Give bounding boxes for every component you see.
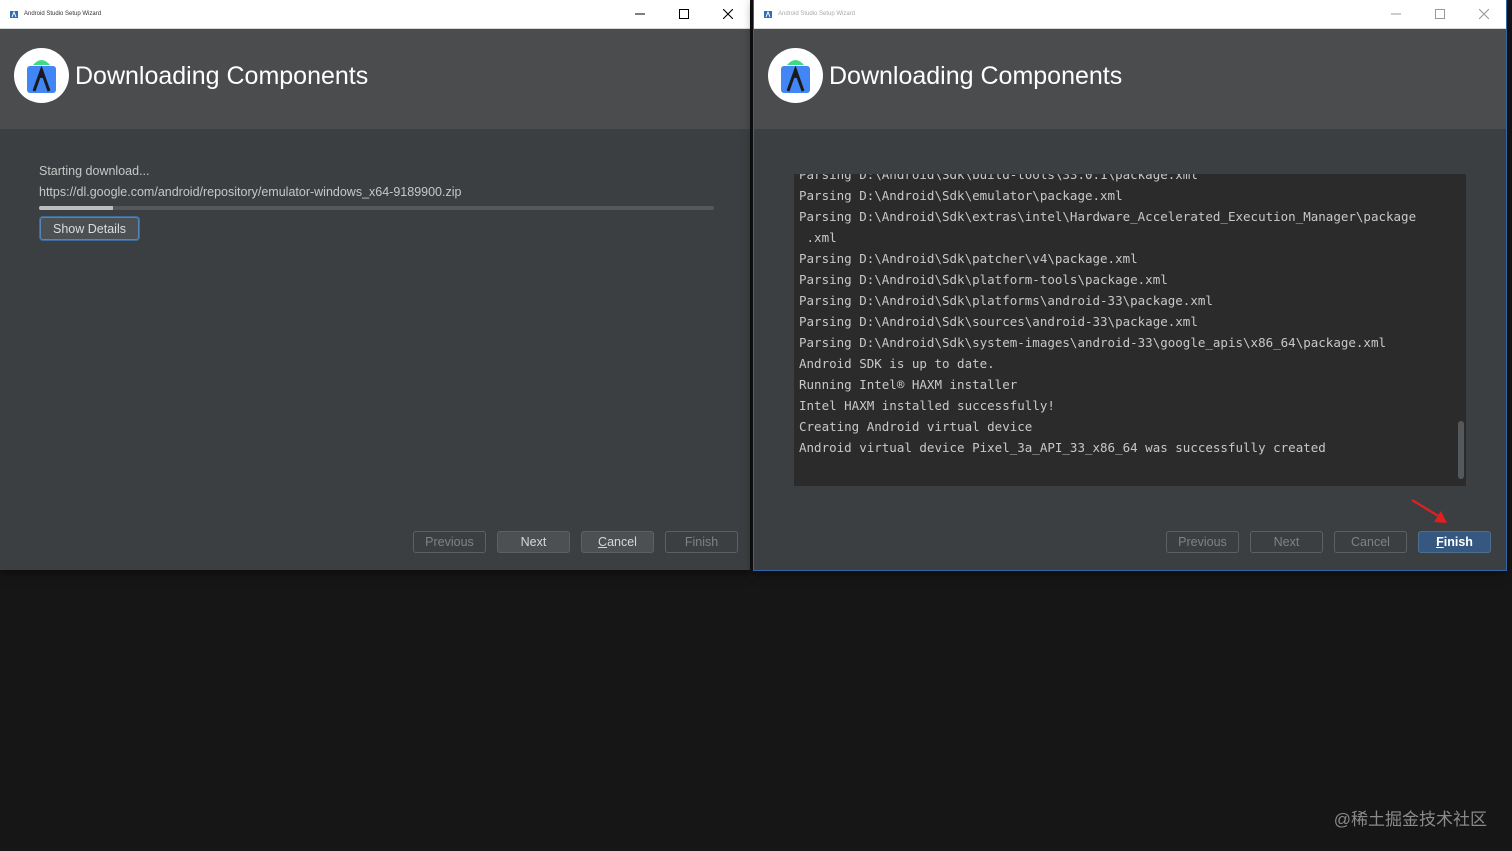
maximize-icon bbox=[679, 9, 689, 19]
previous-button[interactable]: Previous bbox=[1166, 531, 1239, 553]
minimize-icon bbox=[635, 13, 645, 15]
console-line: Android virtual device Pixel_3a_API_33_x… bbox=[799, 440, 1326, 455]
title-bar[interactable]: Android Studio Setup Wizard bbox=[754, 0, 1506, 29]
console-line: Parsing D:\Android\Sdk\extras\intel\Hard… bbox=[799, 209, 1417, 224]
finish-label: Finish bbox=[1436, 535, 1473, 549]
android-studio-logo-icon bbox=[781, 60, 810, 93]
close-icon bbox=[723, 9, 733, 19]
download-url: https://dl.google.com/android/repository… bbox=[39, 185, 462, 199]
console-scrollbar[interactable] bbox=[1458, 421, 1464, 479]
page-title: Downloading Components bbox=[75, 62, 369, 90]
left-setup-window: Android Studio Setup Wizard Downloading … bbox=[0, 0, 750, 570]
console-line: Parsing D:\Android\Sdk\build-tools\33.0.… bbox=[799, 174, 1198, 182]
minimize-icon bbox=[1391, 13, 1401, 15]
android-studio-logo bbox=[14, 48, 69, 103]
finish-button[interactable]: Finish bbox=[1418, 531, 1491, 553]
details-console[interactable]: Parsing D:\Android\Sdk\build-tools\33.0.… bbox=[794, 174, 1466, 486]
console-line: Parsing D:\Android\Sdk\patcher\v4\packag… bbox=[799, 251, 1138, 266]
finish-label: Finish bbox=[684, 535, 719, 549]
wizard-header: Downloading Components bbox=[0, 29, 750, 129]
window-title: Android Studio Setup Wizard bbox=[24, 11, 102, 17]
next-label: Next bbox=[1273, 535, 1300, 549]
console-line: Android SDK is up to date. bbox=[799, 356, 995, 371]
console-line: Parsing D:\Android\Sdk\emulator\package.… bbox=[799, 188, 1123, 203]
progress-fill bbox=[39, 206, 114, 210]
download-status: Starting download... bbox=[39, 164, 150, 178]
cancel-button[interactable]: Cancel bbox=[581, 531, 654, 553]
android-studio-logo bbox=[768, 48, 823, 103]
next-button[interactable]: Next bbox=[497, 531, 570, 553]
console-line: Intel HAXM installed successfully! bbox=[799, 398, 1055, 413]
previous-label: Previous bbox=[425, 535, 474, 549]
cancel-label: Cancel bbox=[598, 535, 637, 549]
android-studio-logo-icon bbox=[27, 60, 56, 93]
previous-label: Previous bbox=[1178, 535, 1227, 549]
watermark: @稀土掘金技术社区 bbox=[1333, 810, 1487, 829]
app-icon bbox=[764, 10, 772, 18]
console-line: .xml bbox=[799, 230, 837, 245]
previous-button[interactable]: Previous bbox=[413, 531, 486, 553]
console-output: Parsing D:\Android\Sdk\build-tools\33.0.… bbox=[799, 174, 1452, 458]
window-title: Android Studio Setup Wizard bbox=[778, 11, 856, 17]
console-line: Parsing D:\Android\Sdk\platforms\android… bbox=[799, 293, 1213, 308]
app-icon bbox=[10, 10, 18, 18]
console-line: Creating Android virtual device bbox=[799, 419, 1033, 434]
close-icon bbox=[1479, 9, 1489, 19]
maximize-button[interactable] bbox=[662, 0, 706, 28]
console-line: Parsing D:\Android\Sdk\platform-tools\pa… bbox=[799, 272, 1168, 287]
console-line: Parsing D:\Android\Sdk\sources\android-3… bbox=[799, 314, 1198, 329]
cancel-label: Cancel bbox=[1351, 535, 1390, 549]
console-line: Running Intel® HAXM installer bbox=[799, 377, 1018, 392]
page-title: Downloading Components bbox=[829, 62, 1123, 90]
wizard-header: Downloading Components bbox=[754, 29, 1506, 129]
show-details-button[interactable]: Show Details bbox=[40, 217, 139, 240]
close-button[interactable] bbox=[1462, 0, 1506, 28]
title-bar[interactable]: Android Studio Setup Wizard bbox=[0, 0, 750, 29]
download-progress-bar bbox=[39, 206, 714, 210]
cancel-button[interactable]: Cancel bbox=[1334, 531, 1407, 553]
maximize-button[interactable] bbox=[1418, 0, 1462, 28]
next-button[interactable]: Next bbox=[1250, 531, 1323, 553]
close-button[interactable] bbox=[706, 0, 750, 28]
next-label: Next bbox=[520, 535, 547, 549]
console-line: Parsing D:\Android\Sdk\system-images\and… bbox=[799, 335, 1386, 350]
minimize-button[interactable] bbox=[618, 0, 662, 28]
red-arrow-icon bbox=[1411, 499, 1447, 523]
minimize-button[interactable] bbox=[1374, 0, 1418, 28]
maximize-icon bbox=[1435, 9, 1445, 19]
right-setup-window: Android Studio Setup Wizard Downloading … bbox=[753, 0, 1507, 571]
finish-button[interactable]: Finish bbox=[665, 531, 738, 553]
